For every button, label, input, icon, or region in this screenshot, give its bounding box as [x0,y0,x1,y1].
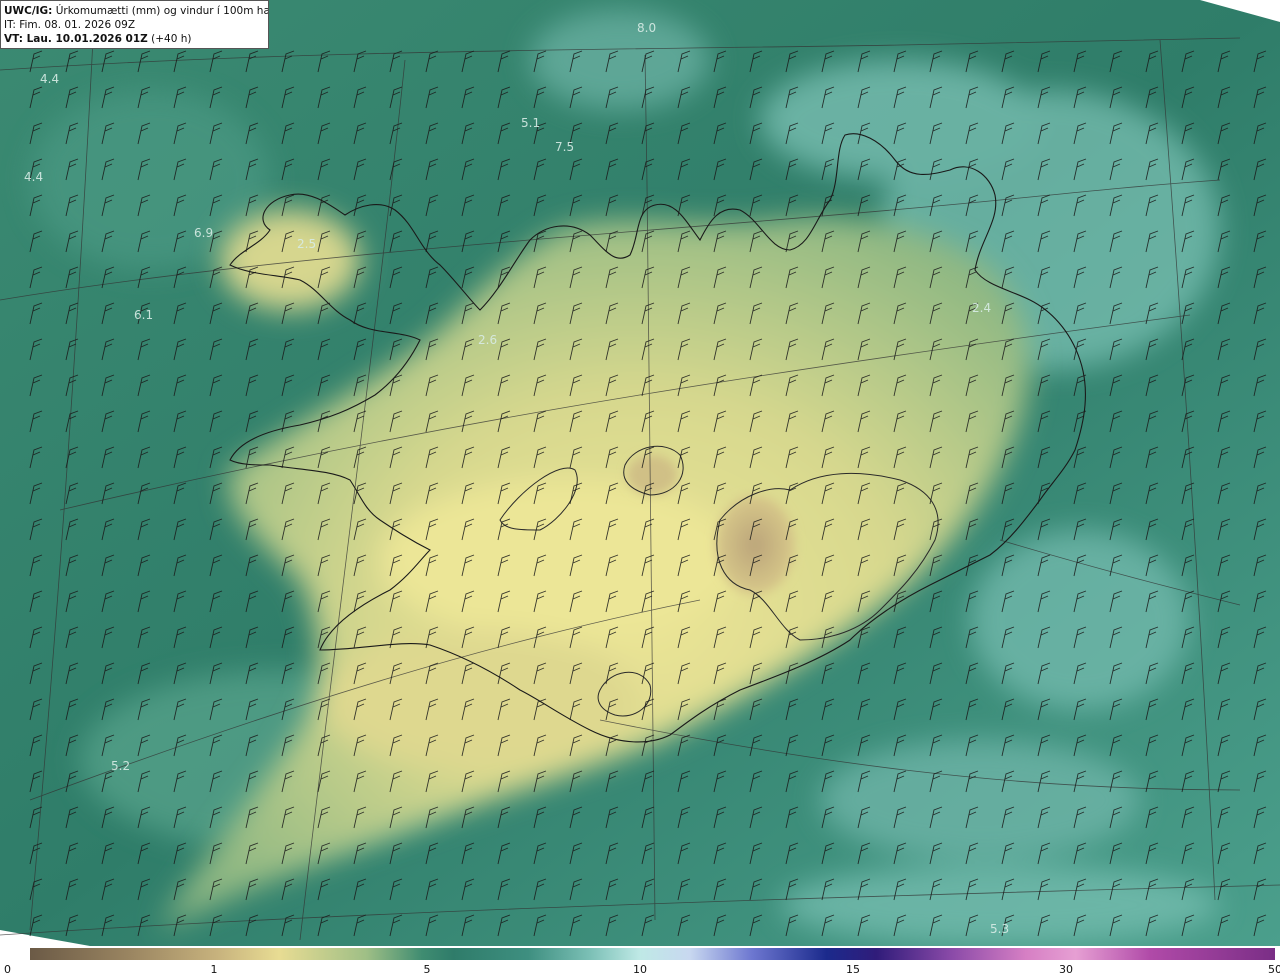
value-label: 2.4 [972,301,992,315]
colorbar: 0 1 5 10 15 30 50 [0,946,1280,978]
colorbar-strip [30,948,1275,960]
value-label: 2.6 [478,333,498,347]
value-label: 5.2 [111,759,131,773]
value-label: 8.0 [637,21,657,35]
map-canvas [0,0,1280,946]
value-label: 5.1 [521,116,541,130]
map-info-box: UWC/IG: Úrkomumætti (mm) og vindur í 100… [0,0,269,49]
value-label: 4.4 [40,72,60,86]
colorbar-tick: 30 [1059,963,1073,976]
value-label: 7.5 [555,140,575,154]
value-label: 6.9 [194,226,214,240]
colorbar-tick: 5 [423,963,431,976]
colorbar-tick: 0 [4,963,11,976]
value-label: 6.1 [134,308,154,322]
colorbar-tick: 10 [633,963,647,976]
colorbar-tick: 50 [1268,963,1280,976]
value-label: 2.5 [297,237,317,251]
product-title: UWC/IG: Úrkomumætti (mm) og vindur í 100… [4,5,269,17]
weather-map: 4.4 4.4 8.0 5.1 7.5 6.9 2.5 6.1 2.6 2.4 … [0,0,1280,978]
colorbar-tick: 15 [846,963,860,976]
value-label: 4.4 [24,170,44,184]
initial-time: IT: Fim. 08. 01. 2026 09Z [4,19,136,31]
value-label: 5.3 [990,922,1010,936]
colorbar-tick: 1 [210,963,218,976]
valid-time: VT: Lau. 10.01.2026 01Z (+40 h) [4,33,192,45]
